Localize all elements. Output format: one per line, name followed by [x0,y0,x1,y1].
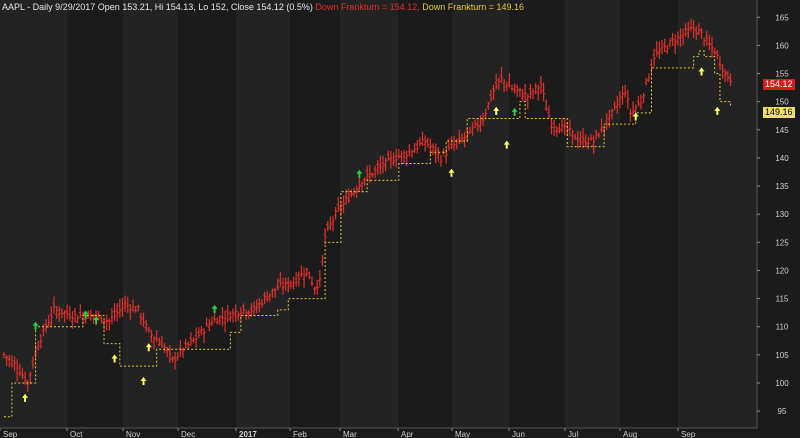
y-tick-label: 110 [776,323,789,332]
up-arrow-icon [111,354,118,363]
y-tick-label: 105 [775,351,789,360]
month-band [123,0,178,428]
y-tick-label: 160 [775,41,789,50]
stop-price-box: 149.16 [763,107,795,118]
y-tick-label: 140 [775,154,789,163]
y-tick-label: 100 [775,379,789,388]
x-tick-label: Feb [293,430,307,438]
x-tick-label: Sep [3,430,18,438]
chart-window: 95 100 105 110 115 120 125 130 135 140 145 150 155 16… [0,0,800,438]
y-tick-label: 95 [778,407,787,416]
month-band [452,0,509,428]
buy-arrow-icon [511,107,518,116]
x-tick-label: Sep [681,430,696,438]
y-tick-label: 135 [775,182,789,191]
x-tick-label: Apr [401,430,414,438]
x-tick-label: May [455,430,470,438]
x-tick-label: Aug [623,430,637,438]
x-tick-label: Dec [181,430,195,438]
stop-label: Down Frankturn = 149.16 [422,2,525,12]
month-band [340,0,398,428]
y-tick-label: 115 [776,295,789,304]
symbol-info: AAPL - Daily 9/29/2017 Open 153.21, Hi 1… [2,2,313,12]
y-tick-label: 165 [775,13,789,22]
x-tick-label: 2017 [239,430,257,438]
x-tick-label: Nov [126,430,140,438]
month-band [236,0,290,428]
x-tick-label: Oct [70,430,83,438]
y-tick-label: 155 [775,70,789,79]
month-band [565,0,620,428]
price-chart[interactable]: 95 100 105 110 115 120 125 130 135 140 145 150 155 16… [0,0,800,438]
buy-arrow-icon [211,304,218,313]
indicator-label: Down Frankturn = 154.12, [315,2,420,12]
y-tick-label: 125 [775,238,789,247]
y-tick-label: 145 [775,126,789,135]
y-tick-label: 150 [775,98,789,107]
x-tick-label: Jun [512,430,525,438]
y-tick-label: 130 [775,210,789,219]
y-tick-label: 120 [775,266,789,275]
close-price-box: 154.12 [763,79,795,90]
month-band [678,0,757,428]
x-tick-label: Mar [343,430,357,438]
chart-header: AAPL - Daily 9/29/2017 Open 153.21, Hi 1… [2,2,524,12]
x-tick-label: Jul [568,430,578,438]
